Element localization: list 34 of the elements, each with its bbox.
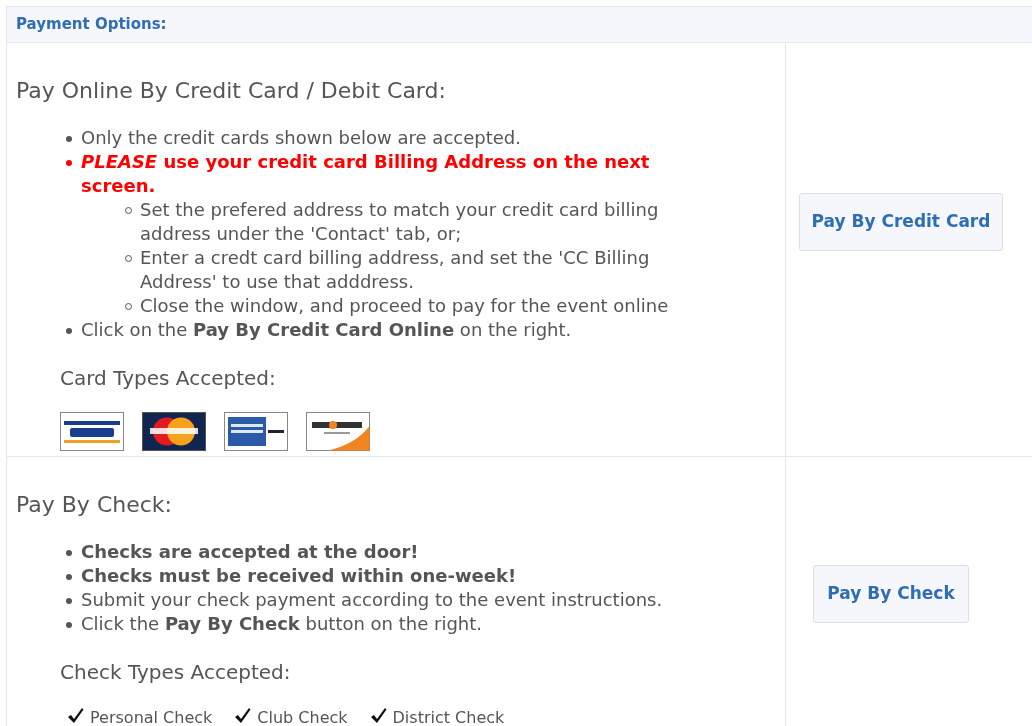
- check-type-label: Personal Check: [90, 708, 213, 726]
- list-text: Click on the Pay By Credit Card Online on the right.: [81, 318, 572, 342]
- accepted-label: Card Types Accepted:: [60, 365, 277, 392]
- card-logo-icon: [224, 412, 288, 451]
- card-logo-icon: [306, 412, 370, 451]
- list-text: PLEASE use your credit card Billing Address on the next screen.: [81, 150, 651, 198]
- check-icon: [234, 707, 252, 724]
- bullet-icon: [66, 622, 72, 628]
- list-text: Only the credit cards shown below are accepted.: [81, 126, 521, 150]
- section-title: Payment Options:: [16, 14, 167, 36]
- bullet-icon: [66, 574, 72, 580]
- pay-button[interactable]: Pay By Check: [813, 565, 969, 623]
- section-heading: Pay Online By Credit Card / Debit Card:: [16, 77, 447, 105]
- bullet-icon: [66, 598, 72, 604]
- check-icon: [369, 707, 387, 724]
- list-text: Click the Pay By Check button on the right.: [81, 612, 482, 636]
- check-type-label: District Check: [392, 708, 505, 726]
- list-text: Checks are accepted at the door!: [81, 540, 419, 564]
- accepted-label: Check Types Accepted:: [60, 659, 292, 686]
- bullet-icon: [66, 550, 72, 556]
- card-logo-icon: [142, 412, 206, 451]
- bullet-icon: [66, 136, 72, 142]
- list-text: Checks must be received within one-week!: [81, 564, 517, 588]
- section-heading: Pay By Check:: [16, 491, 173, 519]
- list-text: Set the prefered address to match your credit card billing address under the 'Contact' tab, or;: [140, 198, 660, 246]
- check-type-label: Club Check: [257, 708, 348, 726]
- list-text: Submit your check payment according to the event instructions.: [81, 588, 663, 612]
- bullet-icon: [66, 160, 72, 166]
- list-text: Close the window, and proceed to pay for the event online: [140, 294, 669, 318]
- check-icon: [67, 707, 84, 724]
- bullet-icon: [66, 328, 72, 334]
- card-logo-icon: [60, 412, 124, 451]
- list-text: Enter a credt card billing address, and set the 'CC Billing Address' to use that adddress.: [140, 246, 651, 294]
- pay-button[interactable]: Pay By Credit Card: [799, 192, 1003, 251]
